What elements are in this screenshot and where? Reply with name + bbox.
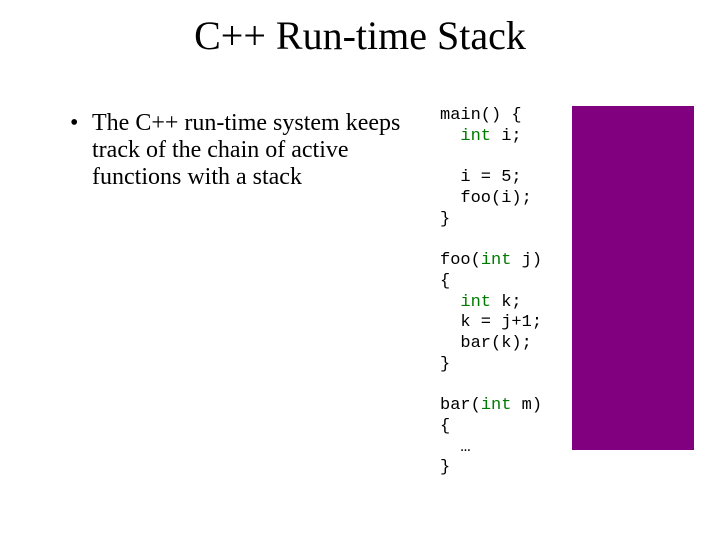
- code-line: }: [440, 210, 450, 229]
- code-line: }: [440, 355, 450, 374]
- code-line: foo(i);: [440, 189, 532, 208]
- code-line: int i;: [440, 127, 522, 146]
- keyword-int: int: [460, 293, 491, 312]
- bullet-row: • The C++ run-time system keeps track of…: [70, 110, 420, 191]
- body-bullet: • The C++ run-time system keeps track of…: [70, 110, 420, 191]
- code-line: {: [440, 272, 450, 291]
- slide: C++ Run-time Stack • The C++ run-time sy…: [0, 0, 720, 540]
- code-line: …: [440, 438, 471, 457]
- slide-title: C++ Run-time Stack: [0, 12, 720, 59]
- bullet-text: The C++ run-time system keeps track of t…: [92, 110, 420, 191]
- code-line: bar(k);: [440, 334, 532, 353]
- code-line: bar(int m): [440, 396, 542, 415]
- code-block: main() { int i; i = 5; foo(i); } foo(int…: [440, 106, 570, 479]
- keyword-int: int: [460, 127, 491, 146]
- code-line: i = 5;: [440, 168, 522, 187]
- code-line: }: [440, 458, 450, 477]
- code-line: int k;: [440, 293, 522, 312]
- keyword-int: int: [481, 396, 512, 415]
- code-line: {: [440, 417, 450, 436]
- code-line: main() {: [440, 106, 522, 125]
- keyword-int: int: [481, 251, 512, 270]
- code-line: foo(int j): [440, 251, 542, 270]
- stack-box: [572, 106, 694, 450]
- code-line: k = j+1;: [440, 313, 542, 332]
- bullet-dot: •: [70, 110, 92, 137]
